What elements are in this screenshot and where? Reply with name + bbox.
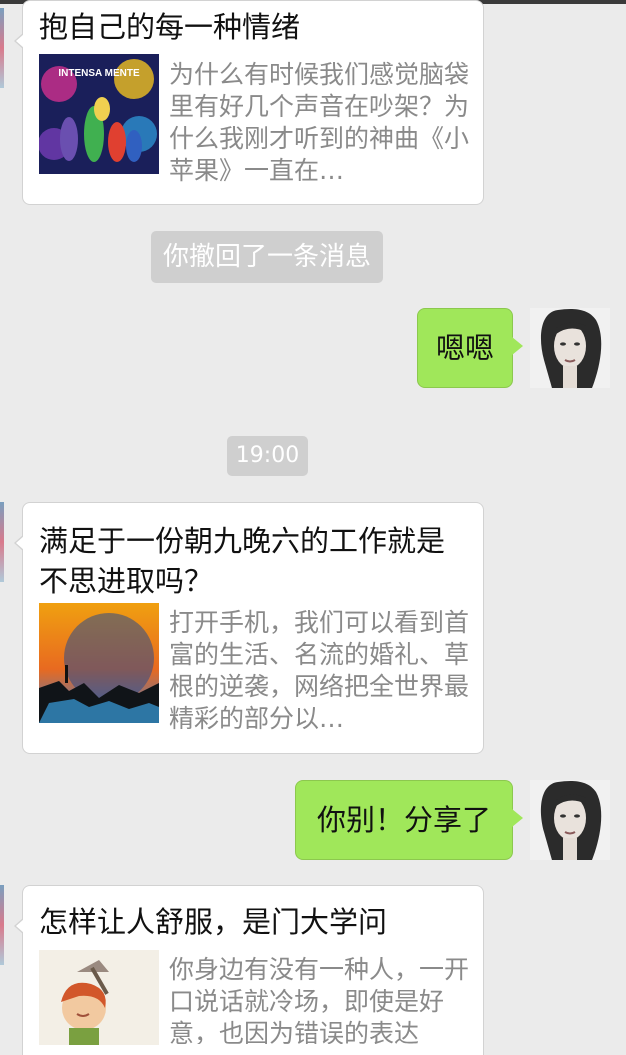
recall-notice: 你撤回了一条消息 xyxy=(151,231,383,283)
article-thumbnail: INTENSA MENTE xyxy=(39,54,159,174)
sender-avatar-partial[interactable] xyxy=(0,885,4,965)
article-thumbnail xyxy=(39,603,159,723)
article-summary: 你身边有没有一种人，一开口说话就冷场，即使是好意，也因为错误的表达 xyxy=(169,955,469,1044)
article-title: 怎样让人舒服，是门大学问 xyxy=(39,905,388,939)
article-card-3[interactable]: 怎样让人舒服，是门大学问 你身边有没有一种人，一开口说话就冷场，即使是好意，也因… xyxy=(14,885,484,1055)
article-summary: 打开手机，我们可以看到首富的生活、名流的婚礼、草根的逆袭，网络把全世界最精彩的部… xyxy=(169,608,469,733)
article-thumbnail xyxy=(39,950,159,1045)
my-avatar[interactable] xyxy=(530,308,610,388)
sender-avatar-partial[interactable] xyxy=(0,8,4,88)
thumbnail-title-text: INTENSA MENTE xyxy=(58,68,140,79)
sender-avatar-partial[interactable] xyxy=(0,502,4,582)
article-title: 满足于一份朝九晚六的工作就是不思进取吗？ xyxy=(39,524,446,598)
timestamp: 19:00 xyxy=(227,436,308,476)
article-summary: 为什么有时候我们感觉脑袋里有好几个声音在吵架？为什么我刚才听到的神曲《小苹果》一… xyxy=(169,60,469,185)
outgoing-message-bubble[interactable]: 你别！分享了 xyxy=(295,780,523,860)
article-card-2[interactable]: 满足于一份朝九晚六的工作就是不思进取吗？ 打开手机，我们可以看到首富的生活、名流… xyxy=(14,502,484,754)
my-avatar[interactable] xyxy=(530,780,610,860)
article-card-1[interactable]: 抱自己的每一种情绪 INTENSA MENTE 为什么有时候我们感觉脑袋里有好几… xyxy=(14,0,484,205)
outgoing-message-bubble[interactable]: 嗯嗯 xyxy=(417,308,523,388)
article-title: 抱自己的每一种情绪 xyxy=(39,10,301,44)
